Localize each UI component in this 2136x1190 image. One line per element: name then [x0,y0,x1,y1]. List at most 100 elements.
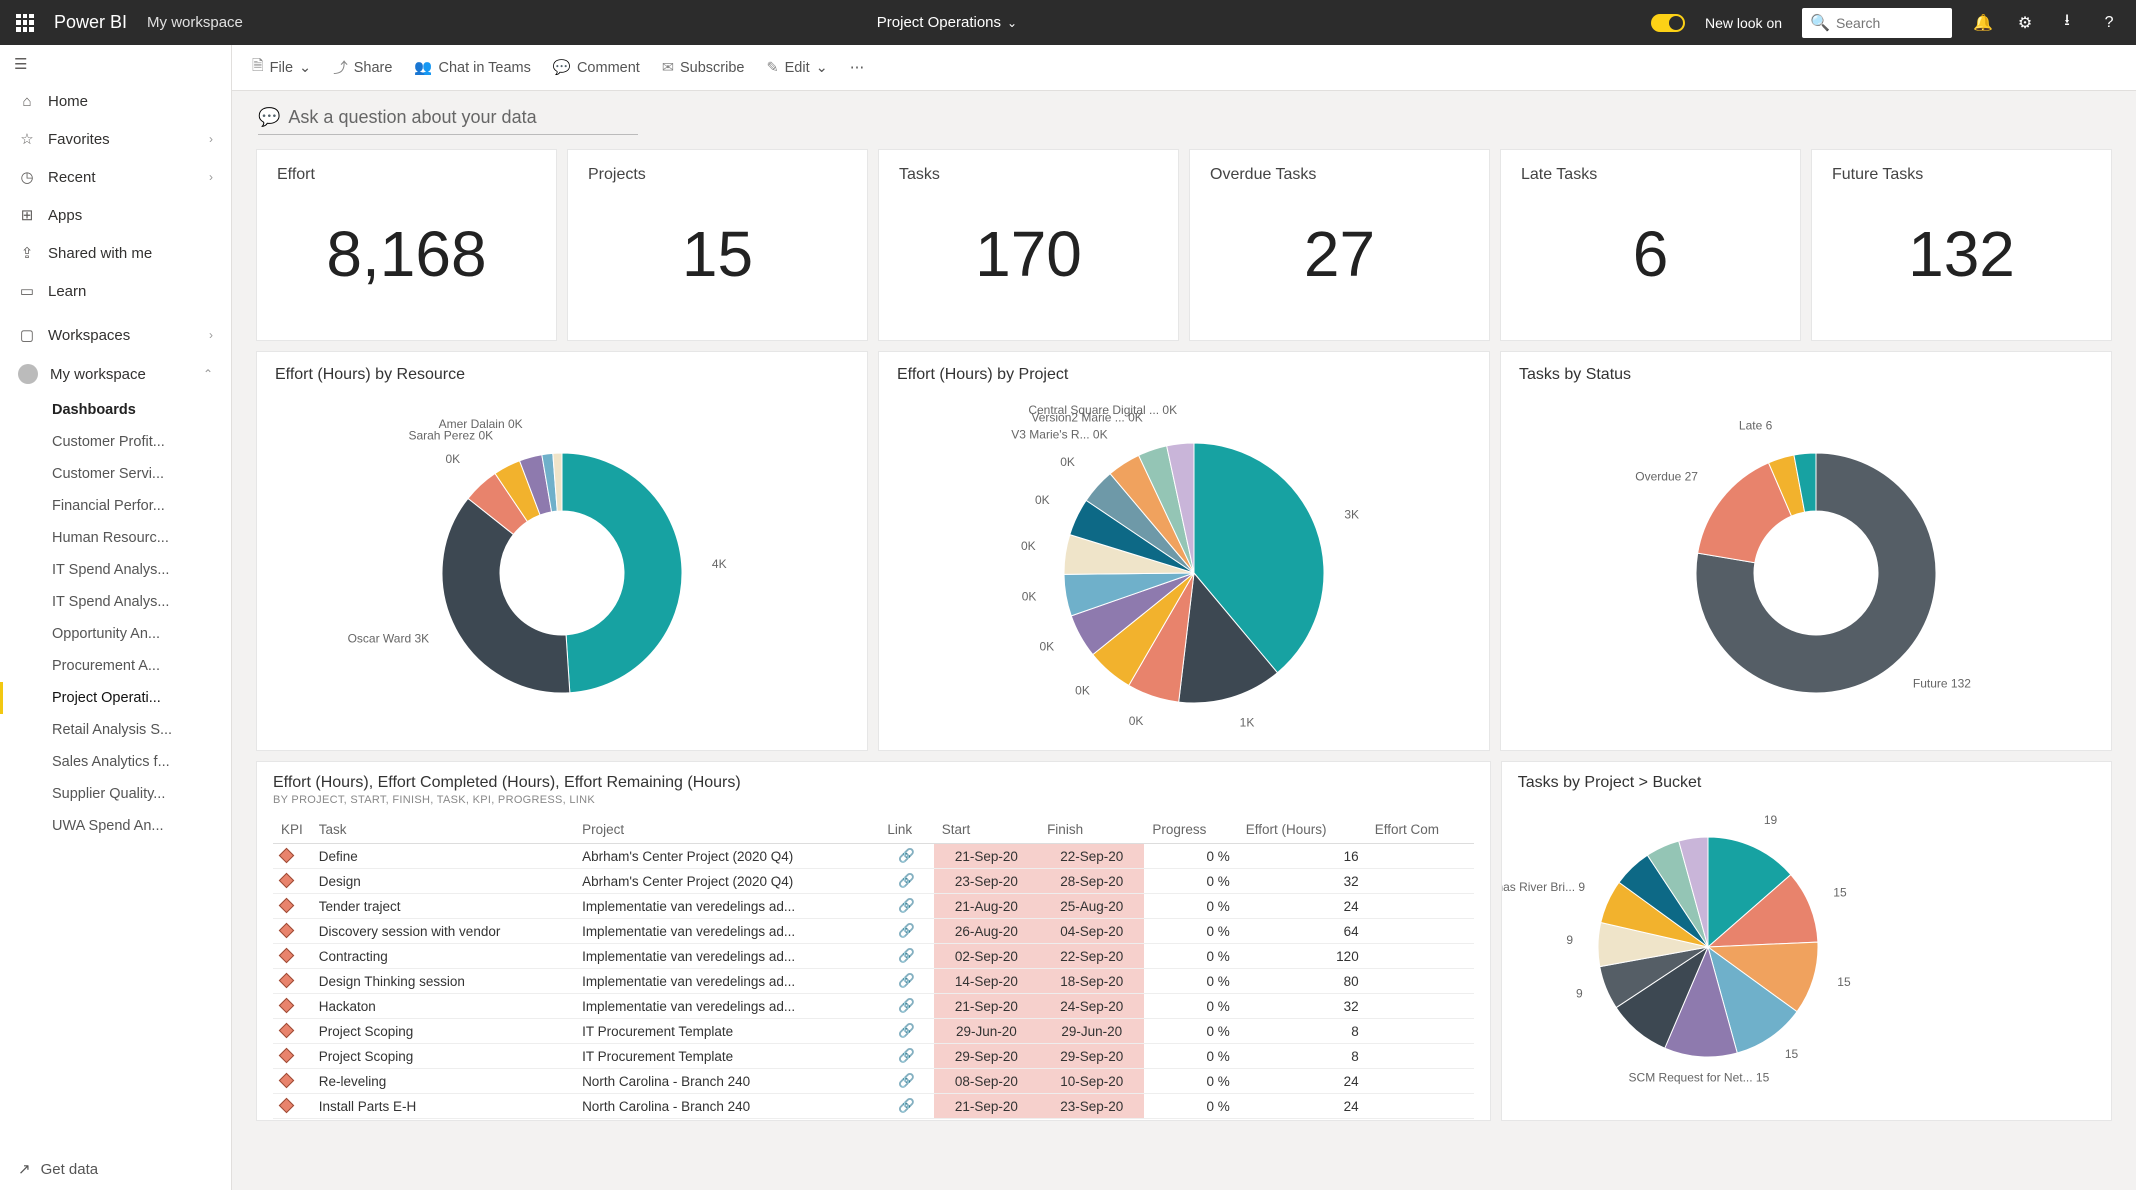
more-button[interactable]: ⋯ [850,60,865,76]
breadcrumb-dropdown[interactable]: Project Operations ⌄ [877,14,1017,31]
workspace-item[interactable]: Customer Servi... [0,458,231,490]
table-row[interactable]: Re-leveling North Carolina - Branch 240 … [273,1069,1474,1094]
workspace-item[interactable]: IT Spend Analys... [0,554,231,586]
table-row[interactable]: Contracting Implementatie van veredeling… [273,944,1474,969]
svg-text:Overdue 27: Overdue 27 [1635,469,1698,483]
help-icon[interactable]: ? [2098,14,2120,32]
table-header[interactable]: Task [311,816,574,844]
table-header[interactable]: Effort Com [1367,816,1474,844]
file-button[interactable]: 🗎File⌄ [252,55,311,80]
table-header[interactable]: Progress [1144,816,1237,844]
table-row[interactable]: Project Scoping IT Procurement Template … [273,1044,1474,1069]
kpi-tile-effort[interactable]: Effort8,168 [256,149,557,341]
workspace-item[interactable]: Procurement A... [0,650,231,682]
table-header[interactable]: Start [934,816,1039,844]
effort-cell: 24 [1238,894,1367,919]
link-cell[interactable]: 🔗 [879,944,933,969]
app-launcher-icon[interactable] [16,14,34,32]
workspace-item[interactable]: Supplier Quality... [0,778,231,810]
table-row[interactable]: Define Abrham's Center Project (2020 Q4)… [273,844,1474,869]
table-header[interactable]: KPI [273,816,311,844]
sidebar-item-recent[interactable]: ◷Recent› [0,158,231,196]
chart-tasks-by-status[interactable]: Tasks by Status Future 132Overdue 27Late… [1500,351,2112,751]
ask-question-input[interactable]: 💬 Ask a question about your data [258,107,638,135]
table-row[interactable]: Discovery session with vendor Implementa… [273,919,1474,944]
finish-cell: 18-Sep-20 [1039,969,1144,994]
comment-icon: 💬 [553,59,571,76]
link-cell[interactable]: 🔗 [879,1069,933,1094]
kpi-diamond-icon [279,1047,295,1063]
table-header[interactable]: Finish [1039,816,1144,844]
kpi-tile-tasks[interactable]: Tasks170 [878,149,1179,341]
table-header[interactable]: Effort (Hours) [1238,816,1367,844]
table-header[interactable]: Project [574,816,879,844]
comment-button[interactable]: 💬Comment [553,59,640,76]
subscribe-button[interactable]: ✉Subscribe [662,60,745,76]
link-icon: 🔗 [898,848,915,863]
workspace-item[interactable]: Project Operati... [0,682,231,714]
search-input[interactable] [1836,15,1944,31]
link-cell[interactable]: 🔗 [879,869,933,894]
sidebar-workspaces[interactable]: ▢ Workspaces › [0,316,231,354]
pie-chart: 19151515SCM Request for Net... 1599Thoma… [1518,792,1898,1082]
workspace-item[interactable]: Customer Profit... [0,426,231,458]
effort-com-cell [1367,844,1474,869]
kpi-tile-projects[interactable]: Projects15 [567,149,868,341]
effort-cell: 80 [1238,969,1367,994]
table-row[interactable]: Design Abrham's Center Project (2020 Q4)… [273,869,1474,894]
sidebar-item-apps[interactable]: ⊞Apps [0,196,231,234]
link-cell[interactable]: 🔗 [879,1044,933,1069]
workspace-item[interactable]: Financial Perfor... [0,490,231,522]
search-box[interactable]: 🔍 [1802,8,1952,38]
menu-toggle-icon[interactable]: ☰ [0,45,231,83]
sidebar-item-learn[interactable]: ▭Learn [0,272,231,310]
workspace-item[interactable]: Sales Analytics f... [0,746,231,778]
kpi-tile-future-tasks[interactable]: Future Tasks132 [1811,149,2112,341]
project-cell: IT Procurement Template [574,1044,879,1069]
notifications-icon[interactable]: 🔔 [1972,13,1994,33]
chat-teams-button[interactable]: 👥Chat in Teams [414,59,530,76]
workspace-title[interactable]: My workspace [147,14,243,31]
effort-table-card[interactable]: Effort (Hours), Effort Completed (Hours)… [256,761,1491,1121]
sidebar-item-favorites[interactable]: ☆Favorites› [0,120,231,158]
get-data-button[interactable]: ↗ Get data [0,1148,231,1190]
workspace-item[interactable]: Opportunity An... [0,618,231,650]
table-row[interactable]: Hackaton Implementatie van veredelings a… [273,994,1474,1019]
table-row[interactable]: Install Parts E-H North Carolina - Branc… [273,1094,1474,1119]
start-cell: 29-Jun-20 [934,1019,1039,1044]
link-cell[interactable]: 🔗 [879,844,933,869]
kpi-tile-overdue-tasks[interactable]: Overdue Tasks27 [1189,149,1490,341]
table-row[interactable]: Design Thinking session Implementatie va… [273,969,1474,994]
table-row[interactable]: Tender traject Implementatie van veredel… [273,894,1474,919]
svg-text:4K: 4K [712,557,727,571]
chart-effort-by-resource[interactable]: Effort (Hours) by Resource 4KOscar Ward … [256,351,868,751]
link-cell[interactable]: 🔗 [879,919,933,944]
edit-button[interactable]: ✎Edit⌄ [766,60,827,76]
new-look-toggle[interactable] [1651,14,1685,32]
sidebar-my-workspace[interactable]: My workspace ⌃ [0,354,231,394]
workspace-item[interactable]: UWA Spend An... [0,810,231,842]
chevron-right-icon: › [209,328,213,342]
kpi-tile-late-tasks[interactable]: Late Tasks6 [1500,149,1801,341]
table-subtitle: BY PROJECT, START, FINISH, TASK, KPI, PR… [273,794,1474,806]
link-cell[interactable]: 🔗 [879,969,933,994]
sidebar-item-home[interactable]: ⌂Home [0,83,231,120]
workspace-item[interactable]: Human Resourc... [0,522,231,554]
settings-icon[interactable]: ⚙ [2014,13,2036,33]
sidebar-item-label: Shared with me [48,245,152,262]
table-row[interactable]: Project Scoping IT Procurement Template … [273,1019,1474,1044]
workspace-item[interactable]: Dashboards [0,394,231,426]
workspace-item[interactable]: IT Spend Analys... [0,586,231,618]
link-cell[interactable]: 🔗 [879,994,933,1019]
progress-cell: 0 % [1144,994,1237,1019]
link-cell[interactable]: 🔗 [879,894,933,919]
share-button[interactable]: ⤴Share [333,57,392,78]
chart-effort-by-project[interactable]: Effort (Hours) by Project 3K1K0K0K0K0K0K… [878,351,1490,751]
table-header[interactable]: Link [879,816,933,844]
download-icon[interactable]: ⭳ [2056,9,2078,36]
chart-tasks-by-bucket[interactable]: Tasks by Project > Bucket 19151515SCM Re… [1501,761,2112,1121]
link-cell[interactable]: 🔗 [879,1019,933,1044]
sidebar-item-shared-with-me[interactable]: ⇪Shared with me [0,234,231,272]
link-cell[interactable]: 🔗 [879,1094,933,1119]
workspace-item[interactable]: Retail Analysis S... [0,714,231,746]
